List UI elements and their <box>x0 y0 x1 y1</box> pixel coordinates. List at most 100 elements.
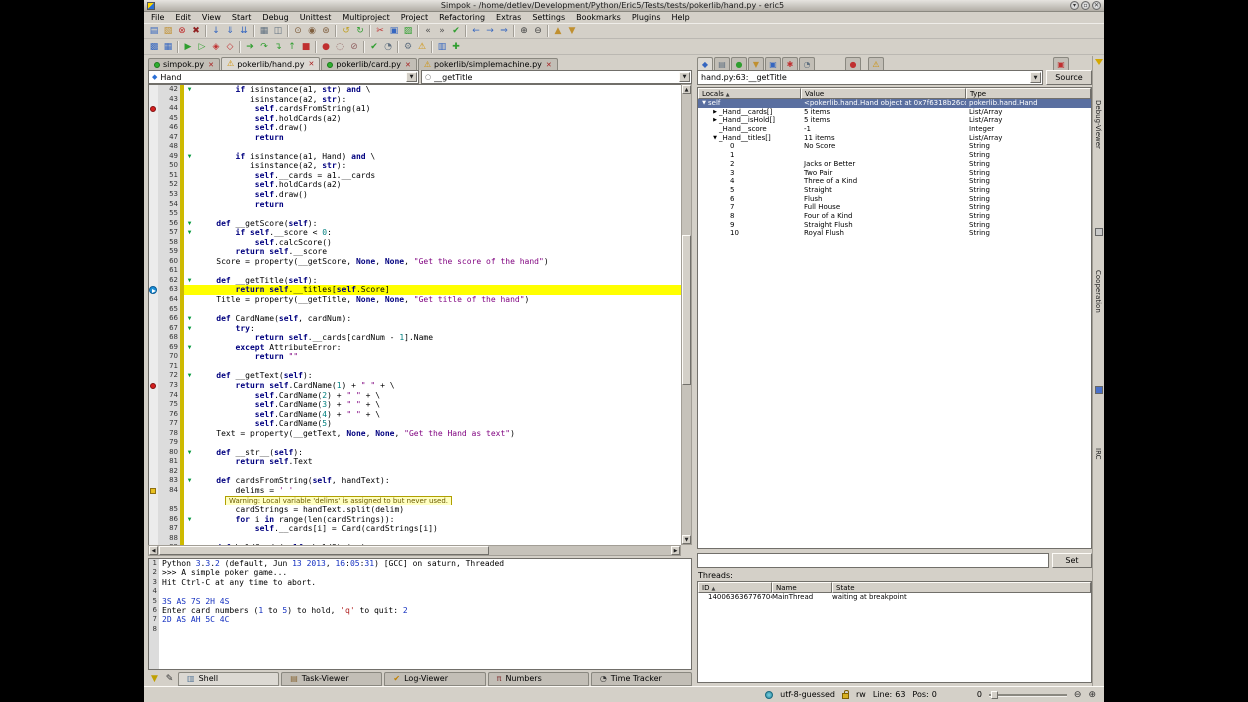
menu-item-plugins[interactable]: Plugins <box>632 13 661 22</box>
debug-panel-tab[interactable]: ▣ <box>765 57 781 70</box>
fold-margin[interactable] <box>184 467 195 477</box>
menu-item-start[interactable]: Start <box>232 13 252 22</box>
bookmark-next-icon[interactable]: ▼ <box>565 24 579 38</box>
file-tab[interactable]: pokerlib/card.py✕ <box>321 58 417 70</box>
clear-breakpoints-icon[interactable]: ⊘ <box>347 40 361 54</box>
variable-row[interactable]: ▼self<pokerlib.hand.Hand object at 0x7f6… <box>698 99 1091 108</box>
class-combo[interactable]: ◆ Hand <box>148 70 419 84</box>
chevron-down-icon[interactable] <box>406 72 417 82</box>
editor-marker-margin[interactable] <box>149 219 158 229</box>
editor-marker-margin[interactable] <box>149 276 158 286</box>
editor-marker-margin[interactable] <box>149 457 158 467</box>
editor-marker-margin[interactable] <box>149 257 158 267</box>
search-icon[interactable]: ◉ <box>305 24 319 38</box>
zoom-in-icon[interactable]: ⊕ <box>1088 690 1096 700</box>
variable-row[interactable]: _Hand__score-1Integer <box>698 125 1091 134</box>
editor-marker-margin[interactable] <box>149 209 158 219</box>
set-button[interactable]: Set <box>1052 553 1092 568</box>
editor-marker-margin[interactable] <box>149 391 158 401</box>
fold-margin[interactable]: ▼ <box>184 276 195 286</box>
search-prev-icon[interactable]: ← <box>469 24 483 38</box>
variable-row[interactable]: 4Three of a KindString <box>698 177 1091 186</box>
fold-margin[interactable] <box>184 257 195 267</box>
menu-item-bookmarks[interactable]: Bookmarks <box>576 13 621 22</box>
zoom-slider-handle[interactable] <box>991 691 998 699</box>
print-icon[interactable]: ▦ <box>257 24 271 38</box>
fold-margin[interactable] <box>184 190 195 200</box>
editor-marker-margin[interactable] <box>149 247 158 257</box>
zoom-in-icon[interactable]: ⊕ <box>517 24 531 38</box>
spell-check-icon[interactable]: ✔ <box>449 24 463 38</box>
editor-marker-margin[interactable] <box>149 410 158 420</box>
filter-icon[interactable]: ▼ <box>148 672 161 685</box>
editor-marker-margin[interactable] <box>149 114 158 124</box>
fold-margin[interactable] <box>184 171 195 181</box>
column-header-locals[interactable]: Locals <box>698 88 801 99</box>
variable-row[interactable]: 1String <box>698 151 1091 160</box>
quicksearch-icon[interactable]: ⊙ <box>291 24 305 38</box>
editor-marker-margin[interactable] <box>149 171 158 181</box>
unittest-icon[interactable]: ✔ <box>367 40 381 54</box>
fold-margin[interactable]: ▼ <box>184 343 195 353</box>
fold-margin[interactable]: ▼ <box>184 448 195 458</box>
editor-marker-margin[interactable] <box>149 515 158 525</box>
editor-marker-margin[interactable] <box>149 438 158 448</box>
fold-margin[interactable] <box>184 400 195 410</box>
editor-marker-margin[interactable] <box>149 152 158 162</box>
fold-margin[interactable]: ▼ <box>184 476 195 486</box>
variable-row[interactable]: 2Jacks or BetterString <box>698 160 1091 169</box>
editor-marker-margin[interactable] <box>149 400 158 410</box>
maximize-button[interactable]: ▫ <box>1081 1 1090 10</box>
side-tab-cooperation[interactable]: Cooperation <box>1094 270 1102 313</box>
close-tab-icon[interactable]: ✕ <box>308 60 314 68</box>
fold-margin[interactable] <box>184 95 195 105</box>
save-as-icon[interactable]: ⇓ <box>223 24 237 38</box>
variable-row[interactable]: ▶_Hand__isHold[]5 itemsList/Array <box>698 116 1091 125</box>
save-project-icon[interactable]: ▦ <box>161 40 175 54</box>
editor-marker-margin[interactable] <box>149 314 158 324</box>
close-all-icon[interactable]: ✖ <box>189 24 203 38</box>
side-panel-icon[interactable] <box>1095 386 1103 394</box>
fold-margin[interactable]: ▼ <box>184 371 195 381</box>
editor-marker-margin[interactable] <box>149 362 158 372</box>
variable-row[interactable]: ▶_Hand__cards[]5 itemsList/Array <box>698 108 1091 117</box>
scroll-up-icon[interactable] <box>682 85 691 94</box>
fold-margin[interactable] <box>184 238 195 248</box>
side-panel-icon[interactable] <box>1095 228 1103 236</box>
debug-panel-tab[interactable]: ● <box>845 57 861 70</box>
fold-margin[interactable] <box>184 104 195 114</box>
fold-margin[interactable] <box>184 161 195 171</box>
titlebar[interactable]: Simpok - /home/detlev/Development/Python… <box>144 0 1104 12</box>
debug-panel-tab[interactable]: ▼ <box>748 57 764 70</box>
editor-marker-margin[interactable] <box>149 429 158 439</box>
toggle-breakpoint-icon[interactable]: ● <box>319 40 333 54</box>
editor-marker-margin[interactable] <box>149 123 158 133</box>
editor-marker-margin[interactable] <box>149 142 158 152</box>
fold-margin[interactable] <box>184 114 195 124</box>
hscrollbar-thumb[interactable] <box>159 546 489 555</box>
menu-item-file[interactable]: File <box>151 13 164 22</box>
fold-margin[interactable] <box>184 524 195 534</box>
bottom-tab-shell[interactable]: ▥Shell <box>178 672 279 686</box>
fold-margin[interactable] <box>184 200 195 210</box>
fold-margin[interactable] <box>184 534 195 544</box>
editor-marker-margin[interactable] <box>149 190 158 200</box>
variable-row[interactable]: 10Royal FlushString <box>698 229 1091 238</box>
cut-icon[interactable]: ✂ <box>373 24 387 38</box>
bottom-tab-numbers[interactable]: πNumbers <box>488 672 589 686</box>
indent-icon[interactable]: » <box>435 24 449 38</box>
shade-button[interactable]: ▾ <box>1070 1 1079 10</box>
editor-marker-margin[interactable] <box>149 448 158 458</box>
fold-margin[interactable] <box>184 333 195 343</box>
fold-margin[interactable]: ▼ <box>184 228 195 238</box>
variable-row[interactable]: 6FlushString <box>698 195 1091 204</box>
fold-margin[interactable] <box>184 209 195 219</box>
fold-margin[interactable] <box>184 429 195 439</box>
fold-margin[interactable]: ▼ <box>184 314 195 324</box>
expression-input[interactable] <box>697 553 1049 568</box>
expand-icon[interactable]: ▶ <box>711 108 719 117</box>
save-all-icon[interactable]: ⇊ <box>237 24 251 38</box>
menu-item-settings[interactable]: Settings <box>532 13 565 22</box>
file-tab[interactable]: simpok.py✕ <box>148 58 220 70</box>
editor-vscrollbar[interactable] <box>681 84 692 545</box>
